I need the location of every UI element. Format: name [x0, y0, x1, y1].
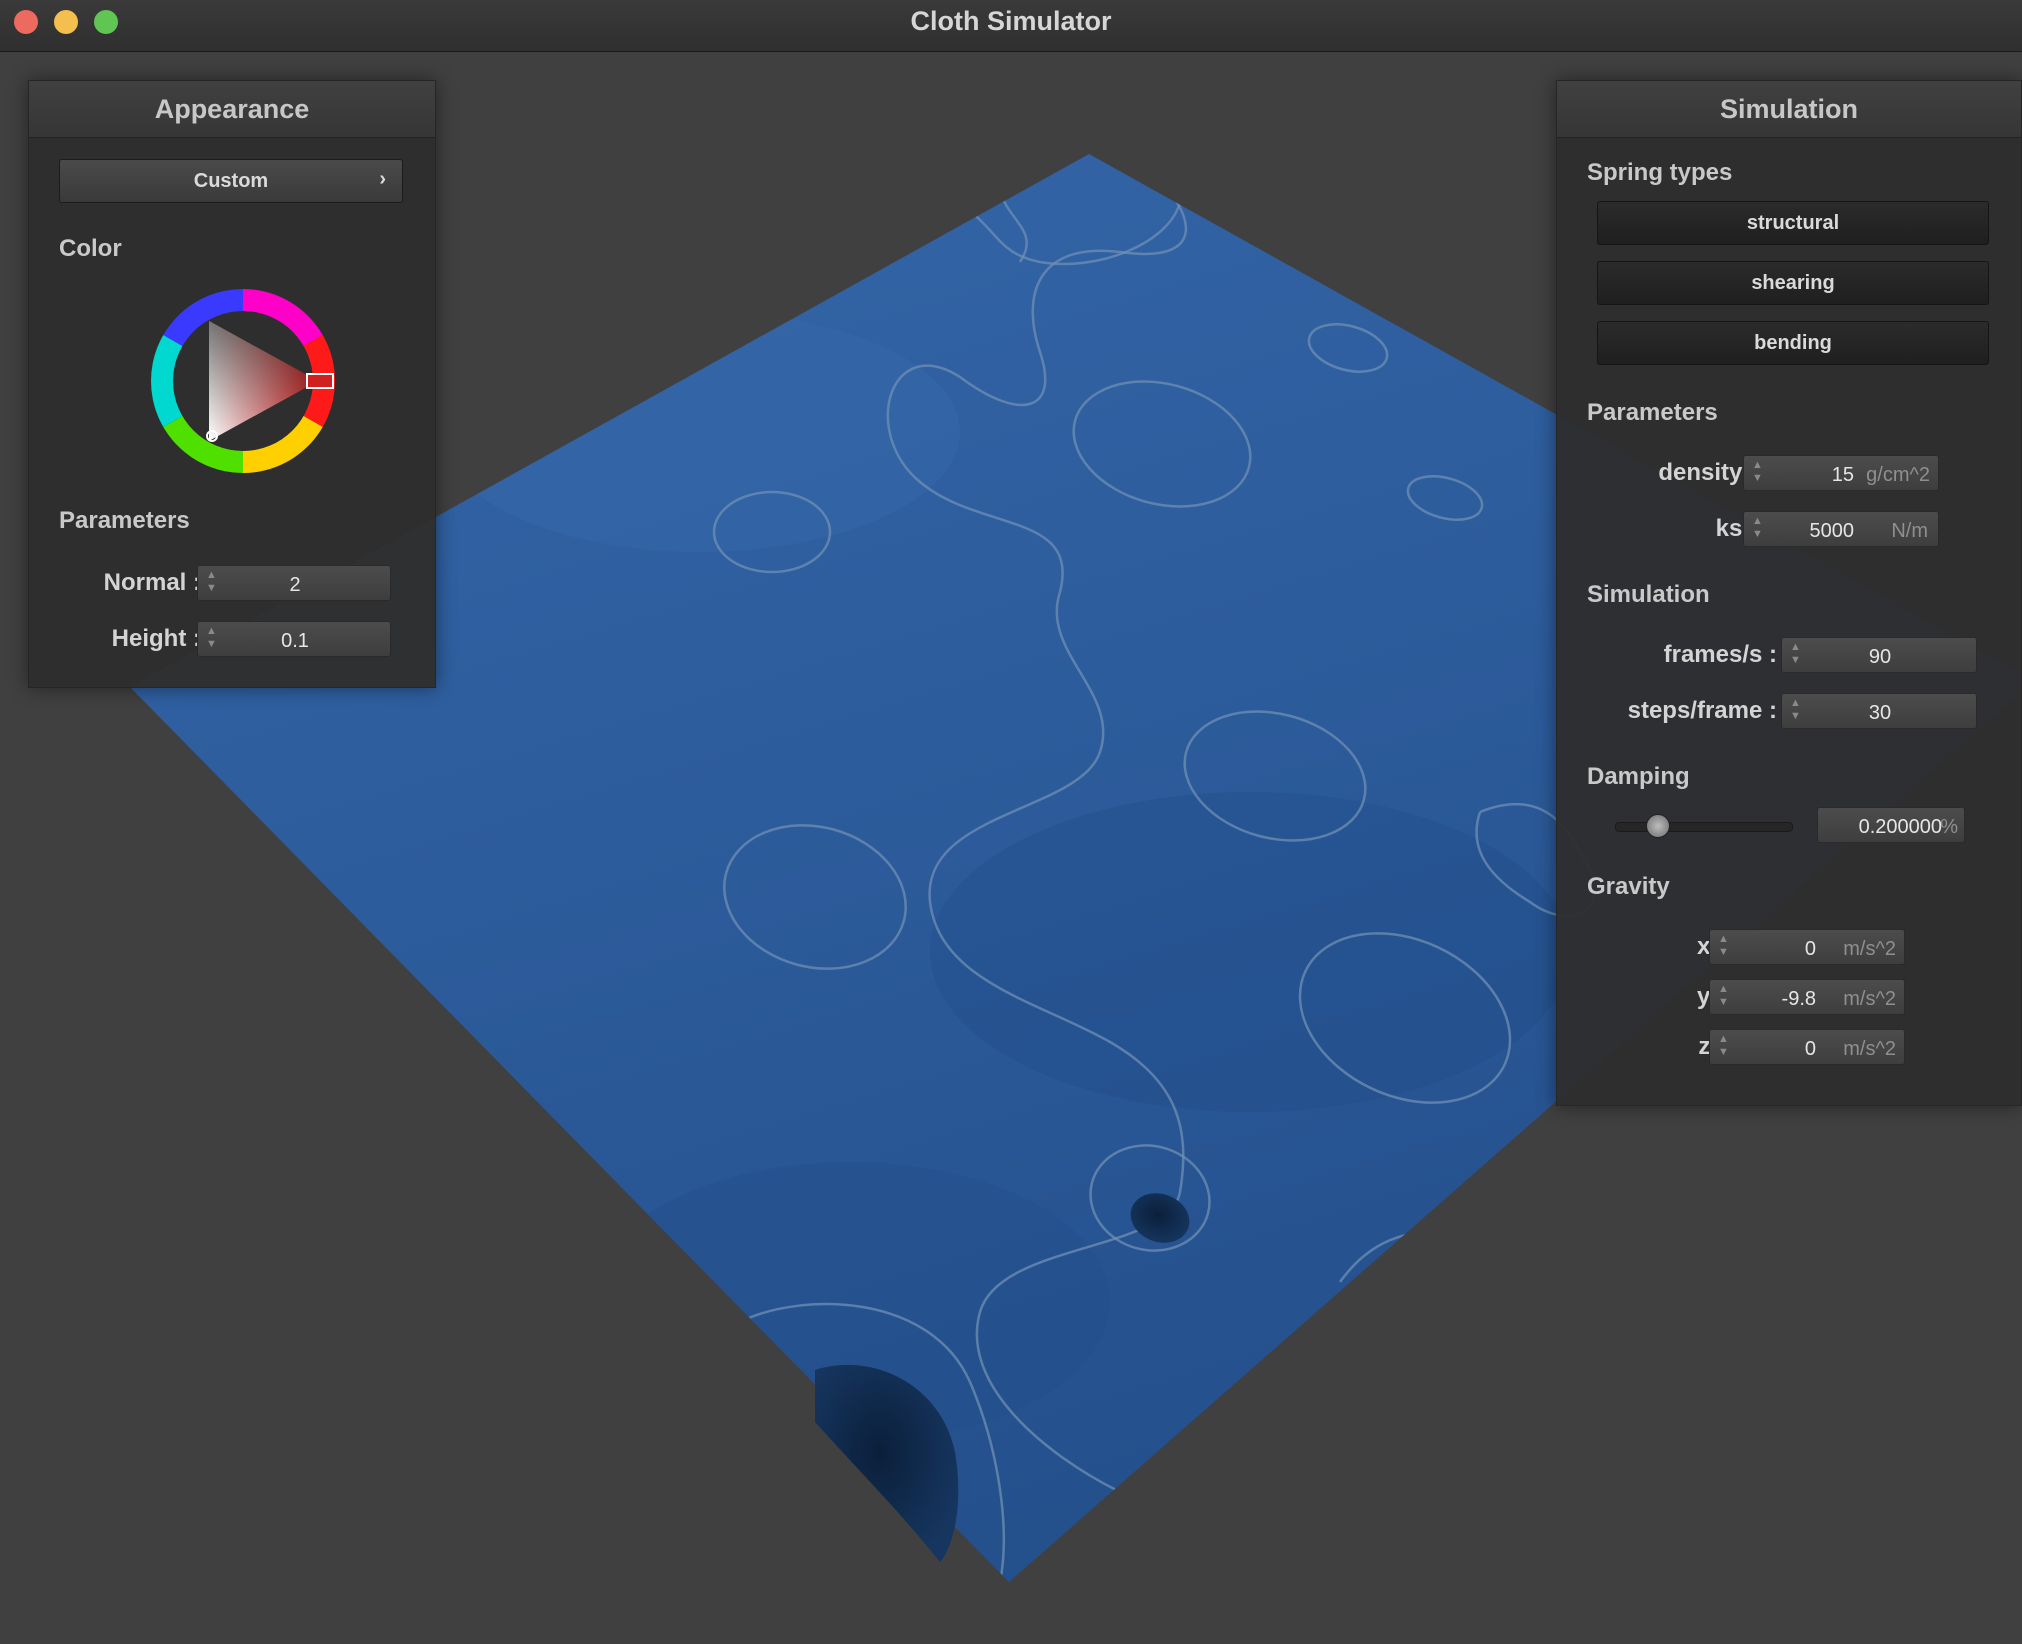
color-label: Color [59, 235, 122, 262]
gravity-y-unit: m/s^2 [1843, 988, 1896, 1010]
preset-label: Custom [193, 170, 269, 192]
normal-stepper[interactable]: ▲ ▼ 2 [197, 565, 391, 601]
simulation-panel-title: Simulation [1557, 81, 2021, 138]
gravity-z-stepper[interactable]: ▲ ▼ 0 m/s^2 [1709, 1029, 1905, 1065]
height-label: Height : [111, 625, 201, 652]
frames-per-second-label: frames/s : [1663, 641, 1777, 668]
normal-value: 2 [289, 574, 301, 596]
ks-value: 5000 [1809, 520, 1855, 542]
simulation-section-label: Simulation [1587, 581, 1710, 608]
stepper-arrows-icon[interactable]: ▲ ▼ [1752, 459, 1763, 485]
hue-selector-handle [306, 373, 334, 389]
damping-unit: % [1940, 816, 1958, 838]
damping-slider[interactable] [1615, 814, 1793, 838]
gravity-x-value: 0 [1804, 938, 1816, 960]
stepper-arrows-icon[interactable]: ▲ ▼ [1718, 983, 1729, 1009]
gravity-label: Gravity [1587, 873, 1670, 900]
appearance-panel: Appearance Custom › Color Parameters Nor… [28, 80, 436, 688]
chevron-right-icon: › [379, 168, 386, 190]
density-unit: g/cm^2 [1866, 464, 1930, 486]
damping-slider-thumb[interactable] [1645, 814, 1670, 838]
stepper-arrows-icon[interactable]: ▲ ▼ [1752, 515, 1763, 541]
gravity-x-stepper[interactable]: ▲ ▼ 0 m/s^2 [1709, 929, 1905, 965]
density-label: density : [1658, 459, 1757, 486]
gravity-z-unit: m/s^2 [1843, 1038, 1896, 1060]
gravity-z-value: 0 [1804, 1038, 1816, 1060]
steps-per-frame-value: 30 [1868, 702, 1892, 724]
title-bar: Cloth Simulator [0, 0, 2022, 52]
steps-per-frame-stepper[interactable]: ▲ ▼ 30 [1781, 693, 1977, 729]
normal-label: Normal : [103, 569, 201, 596]
appearance-panel-title: Appearance [29, 81, 435, 138]
gravity-x-unit: m/s^2 [1843, 938, 1896, 960]
stepper-arrows-icon[interactable]: ▲ ▼ [1718, 933, 1729, 959]
appearance-parameters-label: Parameters [59, 507, 190, 534]
preset-dropdown-button[interactable]: Custom › [59, 159, 403, 203]
ks-label: ks : [1715, 515, 1757, 542]
gravity-y-stepper[interactable]: ▲ ▼ -9.8 m/s^2 [1709, 979, 1905, 1015]
spring-bending-toggle[interactable]: bending [1597, 321, 1989, 365]
height-value: 0.1 [281, 630, 309, 652]
gravity-z-label: z : [1698, 1033, 1725, 1060]
gravity-y-label: y : [1696, 983, 1725, 1010]
ks-unit: N/m [1891, 520, 1928, 542]
color-wheel[interactable] [143, 281, 343, 481]
damping-value-box[interactable]: 0.200000 % [1817, 807, 1965, 843]
gravity-y-value: -9.8 [1781, 988, 1816, 1010]
damping-slider-track [1615, 822, 1793, 832]
frames-per-second-stepper[interactable]: ▲ ▼ 90 [1781, 637, 1977, 673]
density-stepper[interactable]: ▲ ▼ 15 g/cm^2 [1743, 455, 1939, 491]
simulation-panel: Simulation Spring types structural shear… [1556, 80, 2022, 1106]
density-value: 15 [1831, 464, 1854, 486]
sim-parameters-label: Parameters [1587, 399, 1718, 426]
gravity-x-label: x : [1696, 933, 1725, 960]
frames-per-second-value: 90 [1868, 646, 1892, 668]
stepper-arrows-icon[interactable]: ▲ ▼ [1718, 1033, 1729, 1059]
spring-types-label: Spring types [1587, 159, 1733, 186]
spring-structural-toggle[interactable]: structural [1597, 201, 1989, 245]
spring-shearing-toggle[interactable]: shearing [1597, 261, 1989, 305]
ks-stepper[interactable]: ▲ ▼ 5000 N/m [1743, 511, 1939, 547]
damping-value: 0.200000 [1858, 816, 1942, 838]
steps-per-frame-label: steps/frame : [1627, 697, 1777, 724]
window-title: Cloth Simulator [910, 6, 1112, 36]
damping-label: Damping [1587, 763, 1690, 790]
height-stepper[interactable]: ▲ ▼ 0.1 [197, 621, 391, 657]
